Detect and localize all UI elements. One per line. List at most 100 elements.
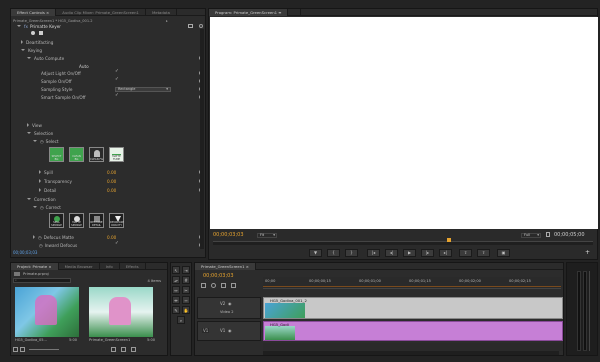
- add-marker-button[interactable]: ▼: [309, 249, 322, 257]
- play-button[interactable]: ▶: [403, 249, 416, 257]
- row-select[interactable]: ◷ Select: [33, 138, 197, 145]
- row-detail[interactable]: Detail: [39, 187, 197, 194]
- ripple-edit-tool-icon[interactable]: ⟛: [172, 276, 180, 284]
- row-spill[interactable]: Spill: [39, 169, 197, 176]
- eye-icon[interactable]: ◉: [228, 328, 232, 333]
- tab-effects[interactable]: Effects: [120, 262, 146, 270]
- smart-sample-checkbox[interactable]: ✓: [115, 93, 119, 98]
- spill-value[interactable]: 0.00: [107, 170, 116, 175]
- row-transparency[interactable]: Transparency: [39, 178, 197, 185]
- program-scrubber[interactable]: [213, 241, 593, 245]
- tab-sequence[interactable]: Primate_GreenScreen1 ×: [195, 262, 256, 270]
- track-header-v2[interactable]: V2 ◉ Video 2: [197, 297, 261, 319]
- selection-tool-icon[interactable]: ↖: [172, 266, 180, 274]
- list-view-icon[interactable]: [13, 347, 18, 352]
- zoom-tool-icon[interactable]: ⌕: [177, 316, 185, 324]
- defocus-matte-value[interactable]: 0.00: [107, 235, 116, 240]
- tab-program-extra[interactable]: [288, 8, 302, 16]
- clip-video1[interactable]: HG5_Godi: [263, 321, 563, 341]
- row-correction[interactable]: Correction: [27, 196, 197, 203]
- trash-icon[interactable]: [131, 347, 136, 352]
- restore-detail-button[interactable]: RESTORE DETAIL: [89, 213, 104, 228]
- slide-tool-icon[interactable]: ⇿: [182, 296, 190, 304]
- hand-tool-icon[interactable]: ✋: [182, 306, 190, 314]
- row-view[interactable]: View: [27, 122, 197, 129]
- add-marker-icon[interactable]: [221, 283, 226, 288]
- row-deartifacting[interactable]: Deartifacting: [21, 39, 197, 46]
- new-bin-icon[interactable]: [111, 347, 116, 352]
- extract-button[interactable]: ⇪: [477, 249, 490, 257]
- clip-thumbnail-godiva[interactable]: [15, 287, 79, 337]
- timeline-empty-area[interactable]: [263, 343, 563, 351]
- collapse-triangle-icon[interactable]: [17, 25, 21, 28]
- tab-project[interactable]: Project: Primate ×: [11, 262, 59, 270]
- ellipse-mask-icon[interactable]: [31, 31, 35, 35]
- program-video-frame[interactable]: [210, 17, 598, 229]
- timeline-settings-icon[interactable]: [231, 283, 236, 288]
- clip-video2[interactable]: HG5_Godiva_001_2: [263, 297, 563, 319]
- tab-effect-controls[interactable]: Effect Controls ×: [11, 8, 57, 16]
- stopwatch-icon[interactable]: ◷: [39, 243, 43, 248]
- project-search-input[interactable]: ⌕: [13, 278, 71, 283]
- timeline-scrollbar[interactable]: [263, 351, 559, 355]
- effect-timecode[interactable]: 00;00;03;03: [13, 250, 37, 255]
- settings-wrench-icon[interactable]: [546, 232, 550, 237]
- stopwatch-icon[interactable]: ◷: [40, 139, 44, 144]
- rate-stretch-tool-icon[interactable]: ↔: [172, 286, 180, 294]
- inward-defocus-checkbox[interactable]: ✓: [115, 241, 119, 246]
- fx-icon[interactable]: fx: [24, 24, 28, 29]
- row-selection[interactable]: Selection: [27, 130, 197, 137]
- spill-sponge-button[interactable]: SPILL SPONGE: [49, 213, 64, 228]
- clean-bg-button[interactable]: CLEAN BG: [69, 147, 84, 162]
- auto-button[interactable]: Auto: [79, 64, 89, 69]
- effect-menu-icon[interactable]: [188, 24, 193, 28]
- new-item-icon[interactable]: [121, 347, 126, 352]
- work-area-bar[interactable]: [263, 286, 561, 287]
- decrease-opacity-button[interactable]: DECREASE OPACITY: [109, 213, 124, 228]
- zoom-slider[interactable]: [29, 349, 59, 350]
- detail-value[interactable]: 0.00: [107, 188, 116, 193]
- go-to-in-button[interactable]: |◂: [367, 249, 380, 257]
- razor-tool-icon[interactable]: ✂: [182, 286, 190, 294]
- sample-onoff-checkbox[interactable]: ✓: [115, 77, 119, 82]
- rolling-edit-tool-icon[interactable]: #: [182, 276, 190, 284]
- source-patch-v1[interactable]: V1: [202, 328, 210, 333]
- stopwatch-icon[interactable]: ◷: [38, 235, 42, 240]
- icon-view-icon[interactable]: [20, 347, 25, 352]
- effect-scrollbar[interactable]: [200, 29, 204, 249]
- slip-tool-icon[interactable]: ⇹: [172, 296, 180, 304]
- sampling-style-select[interactable]: Rectangle ▾: [115, 87, 171, 92]
- track-header-v1[interactable]: V1 V1 ◉: [197, 321, 261, 341]
- timeline-timecode[interactable]: 00;00;03;03: [203, 273, 234, 279]
- clip-thumbnail-greenscreen[interactable]: [89, 287, 153, 337]
- select-bg-button[interactable]: SELECT BG: [49, 147, 64, 162]
- add-button-icon[interactable]: +: [585, 249, 590, 256]
- effect-header[interactable]: fx Primatte Keyer: [17, 23, 197, 30]
- tab-info[interactable]: Info: [100, 262, 120, 270]
- tab-media-browser[interactable]: Media Browser: [59, 262, 100, 270]
- tab-metadata[interactable]: Metadata: [146, 8, 177, 16]
- row-keying[interactable]: Keying: [21, 47, 197, 54]
- step-forward-button[interactable]: |▸: [421, 249, 434, 257]
- mark-out-button[interactable]: }: [345, 249, 358, 257]
- lift-button[interactable]: ⇧: [459, 249, 472, 257]
- transparency-value[interactable]: 0.00: [107, 179, 116, 184]
- snap-icon[interactable]: [201, 283, 206, 288]
- fit-select[interactable]: Fit ▾: [257, 233, 277, 238]
- tab-audio-clip-mixer[interactable]: Audio Clip Mixer: Primate_GreenScreen1: [56, 8, 146, 16]
- matte-sponge-button[interactable]: MATTE SPONGE: [69, 213, 84, 228]
- go-to-out-button[interactable]: ▸|: [439, 249, 452, 257]
- row-correct[interactable]: ◷ Correct: [33, 204, 197, 211]
- matte-tune-button[interactable]: MATTE TUNE: [109, 147, 124, 162]
- stopwatch-icon[interactable]: ◷: [40, 205, 44, 210]
- export-frame-button[interactable]: ▣: [497, 249, 510, 257]
- rect-mask-icon[interactable]: [39, 31, 43, 35]
- step-back-button[interactable]: ◂|: [385, 249, 398, 257]
- time-ruler[interactable]: 00;00 00;00;00;15 00;00;01;00 00;00;01;1…: [263, 277, 561, 289]
- mark-in-button[interactable]: {: [327, 249, 340, 257]
- program-timecode[interactable]: 00;00;03;03: [213, 232, 244, 238]
- tab-program[interactable]: Program: Primate_GreenScreen1 ≡: [209, 8, 289, 16]
- reset-icon[interactable]: [199, 24, 203, 28]
- linked-selection-icon[interactable]: [211, 283, 216, 288]
- adjust-light-checkbox[interactable]: ✓: [115, 69, 119, 74]
